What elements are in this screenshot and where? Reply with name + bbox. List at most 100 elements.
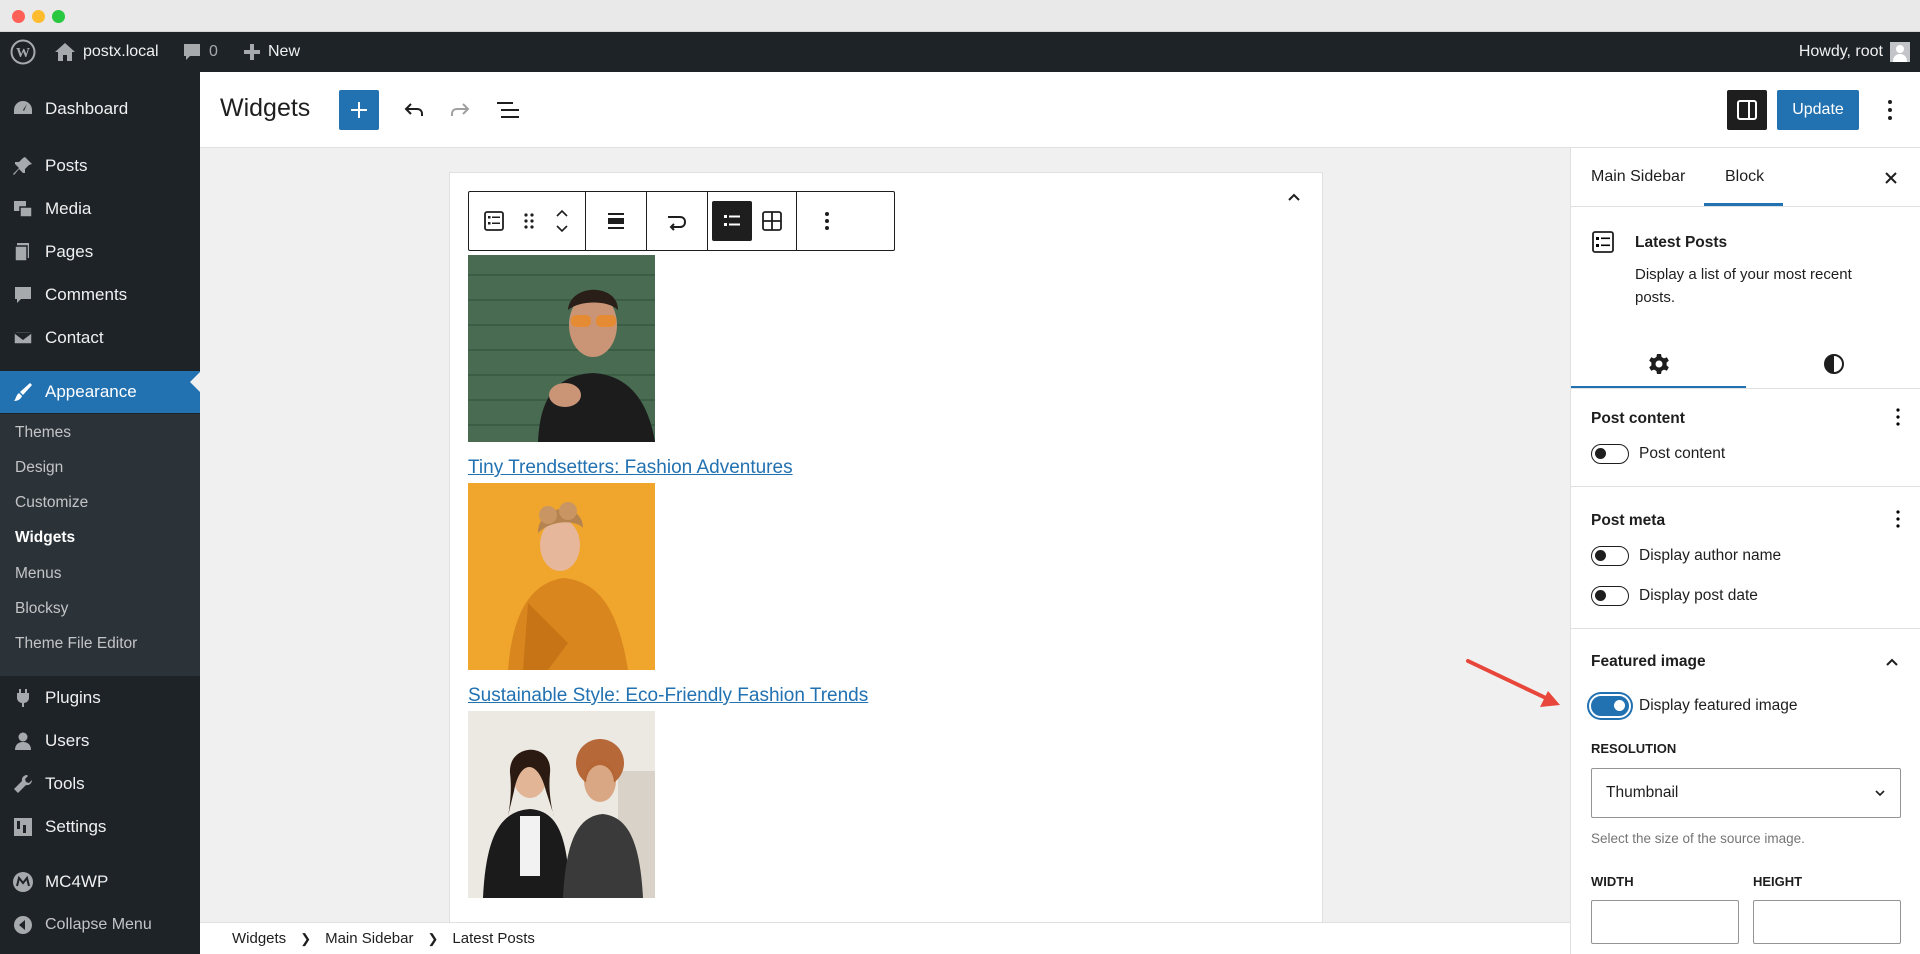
post-thumbnail-image[interactable] (468, 711, 655, 898)
sidebar-item-dashboard[interactable]: Dashboard (0, 88, 200, 130)
page-title: Widgets (220, 94, 311, 122)
collapse-widget-area-button[interactable] (1282, 185, 1306, 209)
tab-styles[interactable] (1746, 340, 1920, 388)
undo-button[interactable] (396, 92, 432, 128)
height-input[interactable] (1753, 900, 1901, 944)
new-content-link[interactable]: New (243, 32, 300, 72)
post-content-toggle-label: Post content (1639, 445, 1726, 462)
align-button[interactable] (596, 201, 636, 241)
maximize-window-dot[interactable] (52, 10, 65, 23)
close-panel-button[interactable] (1879, 166, 1903, 190)
sidebar-item-posts[interactable]: Posts (0, 145, 200, 187)
submenu-item-themes[interactable]: Themes (15, 424, 71, 442)
grid-view-toggle[interactable] (752, 201, 792, 241)
options-menu-button[interactable] (1872, 92, 1908, 128)
transform-button[interactable] (657, 201, 697, 241)
block-toolbar (468, 191, 895, 251)
block-inserter-button[interactable] (339, 90, 379, 130)
chevron-up-icon (1288, 193, 1300, 201)
submenu-item-design[interactable]: Design (15, 459, 63, 477)
my-account-link[interactable]: Howdy, root (1799, 32, 1910, 72)
post-content-toggle[interactable] (1591, 444, 1629, 464)
pages-icon (11, 240, 35, 264)
sidebar-item-comments[interactable]: Comments (0, 274, 200, 316)
tab-block[interactable]: Block (1725, 168, 1764, 186)
sidebar-label: MC4WP (45, 872, 109, 891)
section-options-button[interactable] (1896, 510, 1900, 528)
post-thumbnail-image[interactable] (468, 483, 655, 670)
sidebar-label: Contact (45, 328, 104, 347)
comments-link[interactable]: 0 (182, 32, 218, 72)
chevron-down-icon (1875, 790, 1885, 797)
chevron-up-icon (1886, 658, 1898, 666)
post-date-toggle-label: Display post date (1639, 587, 1758, 604)
collapse-section-button[interactable] (1880, 650, 1904, 674)
mail-icon (11, 326, 35, 350)
post-date-toggle-row[interactable]: Display post date (1591, 586, 1758, 606)
sidebar-item-users[interactable]: Users (0, 720, 200, 762)
section-options-button[interactable] (1896, 408, 1900, 426)
tab-settings[interactable] (1571, 340, 1746, 388)
list-view-icon (497, 102, 519, 118)
close-window-dot[interactable] (12, 10, 25, 23)
more-vertical-icon (1888, 100, 1892, 120)
sidebar-item-contact[interactable]: Contact (0, 317, 200, 359)
breadcrumb-item-widgets[interactable]: Widgets (232, 930, 286, 947)
active-menu-pointer (190, 372, 200, 392)
featured-image-toggle[interactable] (1591, 696, 1629, 716)
block-settings-panel: Main Sidebar Block Latest Posts Display … (1570, 148, 1920, 954)
wordpress-logo-icon[interactable]: W (10, 32, 36, 72)
settings-sidebar-toggle[interactable] (1727, 90, 1767, 130)
sidebar-item-appearance[interactable]: Appearance (0, 371, 200, 413)
admin-sidebar: Dashboard Posts Media Pages Comments Con… (0, 72, 200, 954)
list-view-toggle[interactable] (712, 201, 752, 241)
sidebar-item-media[interactable]: Media (0, 188, 200, 230)
redo-button[interactable] (442, 92, 478, 128)
comment-icon (11, 283, 35, 307)
collapse-menu-button[interactable]: Collapse Menu (0, 904, 200, 946)
width-input[interactable] (1591, 900, 1739, 944)
site-name-link[interactable]: postx.local (54, 32, 159, 72)
breadcrumb-item-latest-posts: Latest Posts (452, 930, 535, 947)
featured-image-toggle-row[interactable]: Display featured image (1591, 696, 1798, 716)
sidebar-item-plugins[interactable]: Plugins (0, 677, 200, 719)
post-title-link[interactable]: Tiny Trendsetters: Fashion Adventures (468, 457, 793, 479)
post-title-link[interactable]: Sustainable Style: Eco-Friendly Fashion … (468, 685, 868, 707)
post-content-toggle-row[interactable]: Post content (1591, 444, 1725, 464)
resolution-select[interactable]: Thumbnail (1591, 768, 1901, 818)
sidebar-item-tools[interactable]: Tools (0, 763, 200, 805)
update-button[interactable]: Update (1777, 90, 1859, 130)
post-thumbnail-image[interactable] (468, 255, 655, 442)
sidebar-item-mc4wp[interactable]: MC4WP (0, 861, 200, 903)
list-view-button[interactable] (490, 92, 526, 128)
block-type-button[interactable] (474, 201, 514, 241)
submenu-item-widgets[interactable]: Widgets (15, 529, 75, 547)
tab-main-sidebar[interactable]: Main Sidebar (1591, 168, 1685, 186)
plug-icon (11, 686, 35, 710)
more-vertical-icon (1896, 510, 1900, 528)
move-down-icon[interactable] (555, 224, 569, 233)
pin-icon (11, 154, 35, 178)
sidebar-item-settings[interactable]: Settings (0, 806, 200, 848)
drag-handle[interactable] (514, 201, 544, 241)
submenu-item-theme-file-editor[interactable]: Theme File Editor (15, 635, 137, 653)
avatar (1890, 42, 1910, 62)
breadcrumb-item-main-sidebar[interactable]: Main Sidebar (325, 930, 413, 947)
submenu-item-customize[interactable]: Customize (15, 494, 88, 512)
move-up-icon[interactable] (555, 209, 569, 218)
breadcrumb: Widgets ❯ Main Sidebar ❯ Latest Posts (200, 922, 1570, 954)
author-name-toggle[interactable] (1591, 546, 1629, 566)
submenu-item-menus[interactable]: Menus (15, 565, 62, 583)
annotation-arrow-icon (1466, 659, 1560, 707)
sidebar-item-pages[interactable]: Pages (0, 231, 200, 273)
height-label: HEIGHT (1753, 874, 1803, 889)
author-name-toggle-label: Display author name (1639, 547, 1782, 564)
resolution-help-text: Select the size of the source image. (1591, 831, 1805, 846)
author-name-toggle-row[interactable]: Display author name (1591, 546, 1781, 566)
submenu-item-blocksy[interactable]: Blocksy (15, 600, 68, 618)
sidebar-label: Media (45, 199, 92, 218)
appearance-submenu: Themes Design Customize Widgets Menus Bl… (0, 414, 200, 676)
post-date-toggle[interactable] (1591, 586, 1629, 606)
block-options-button[interactable] (807, 201, 847, 241)
minimize-window-dot[interactable] (32, 10, 45, 23)
